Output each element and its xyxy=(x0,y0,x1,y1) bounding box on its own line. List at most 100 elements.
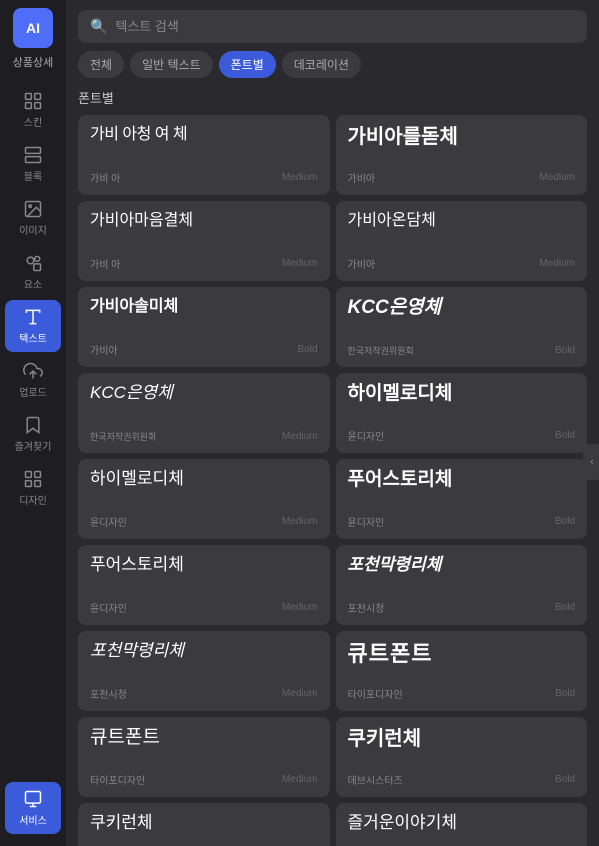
font-preview-3: 가비아온담체 xyxy=(348,211,576,230)
font-preview-17: 즐거운이야기체 xyxy=(348,813,576,833)
font-card-16[interactable]: 쿠키런체 데브시스터즈 xyxy=(78,803,330,846)
font-preview-15: 쿠키런체 xyxy=(348,727,576,751)
font-author-15: 데브시스터즈 xyxy=(348,772,403,787)
font-meta-11: 포천시청 Bold xyxy=(348,600,576,615)
font-meta-13: 타이포디자인 Bold xyxy=(348,686,576,701)
font-card-2[interactable]: 가비아마음결체 가비 아 Medium xyxy=(78,201,330,281)
sidebar-label-element: 요소 xyxy=(24,276,42,291)
logo: AI xyxy=(13,8,53,48)
font-card-12[interactable]: 포천막령리체 포천시청 Medium xyxy=(78,631,330,711)
tab-font[interactable]: 폰트별 xyxy=(219,51,276,78)
font-author-6: 한국저작권위원회 xyxy=(90,430,156,443)
tab-all[interactable]: 전체 xyxy=(78,51,124,78)
font-author-13: 타이포디자인 xyxy=(348,686,403,701)
sidebar-item-design[interactable]: 디자인 xyxy=(5,462,61,514)
font-preview-9: 푸어스토리체 xyxy=(348,469,576,492)
font-weight-14: Medium xyxy=(282,774,318,785)
font-card-5[interactable]: KCC은영체 한국저작권위원회 Bold xyxy=(336,287,588,367)
font-weight-1: Medium xyxy=(539,172,575,183)
font-card-14[interactable]: 큐트폰트 타이포디자인 Medium xyxy=(78,717,330,797)
font-preview-10: 푸어스토리체 xyxy=(90,555,318,575)
search-icon: 🔍 xyxy=(90,18,107,35)
font-card-10[interactable]: 푸어스토리체 윤디자인 Medium xyxy=(78,545,330,625)
sidebar-item-skin[interactable]: 스킨 xyxy=(5,84,61,136)
sidebar-item-service[interactable]: 서비스 xyxy=(5,782,61,834)
font-meta-7: 윤디자인 Bold xyxy=(348,428,576,443)
font-author-14: 타이포디자인 xyxy=(90,772,145,787)
font-meta-1: 가비아 Medium xyxy=(348,170,576,185)
font-preview-13: 큐트폰트 xyxy=(348,641,576,667)
grid-icon xyxy=(23,91,43,111)
font-card-8[interactable]: 하이멜로디체 윤디자인 Medium xyxy=(78,459,330,539)
font-author-8: 윤디자인 xyxy=(90,514,127,529)
font-grid: 가비 아청 여 체 가비 아 Medium 가비아를돋체 가비아 Medium … xyxy=(66,115,599,846)
font-meta-12: 포천시청 Medium xyxy=(90,686,318,701)
bookmark-icon xyxy=(23,415,43,435)
sidebar-item-element[interactable]: 요소 xyxy=(5,246,61,298)
font-card-1[interactable]: 가비아를돋체 가비아 Medium xyxy=(336,115,588,195)
sidebar-label-skin: 스킨 xyxy=(24,114,42,129)
image-icon xyxy=(23,199,43,219)
sidebar-label-design: 디자인 xyxy=(19,492,47,507)
font-card-13[interactable]: 큐트폰트 타이포디자인 Bold xyxy=(336,631,588,711)
font-card-15[interactable]: 쿠키런체 데브시스터즈 Bold xyxy=(336,717,588,797)
font-card-6[interactable]: KCC은영체 한국저작권위원회 Medium xyxy=(78,373,330,453)
search-bar[interactable]: 🔍 xyxy=(78,10,587,43)
font-author-9: 윤디자인 xyxy=(348,514,385,529)
font-weight-13: Bold xyxy=(555,688,575,699)
design-icon xyxy=(23,469,43,489)
font-card-9[interactable]: 푸어스토리체 윤디자인 Bold xyxy=(336,459,588,539)
sidebar-item-upload[interactable]: 업로드 xyxy=(5,354,61,406)
font-author-3: 가비아 xyxy=(348,256,376,271)
font-card-11[interactable]: 포천막령리체 포천시청 Bold xyxy=(336,545,588,625)
tab-deco[interactable]: 데코레이션 xyxy=(282,51,361,78)
font-meta-0: 가비 아 Medium xyxy=(90,170,318,185)
font-weight-7: Bold xyxy=(555,430,575,441)
sidebar-label-text: 텍스트 xyxy=(19,330,47,345)
tab-text[interactable]: 일반 텍스트 xyxy=(130,51,213,78)
font-meta-15: 데브시스터즈 Bold xyxy=(348,772,576,787)
font-author-7: 윤디자인 xyxy=(348,428,385,443)
font-card-7[interactable]: 하이멜로디체 윤디자인 Bold xyxy=(336,373,588,453)
sidebar-label-image: 이미지 xyxy=(19,222,47,237)
section-title: 폰트별 xyxy=(66,88,599,107)
font-weight-11: Bold xyxy=(555,602,575,613)
font-weight-8: Medium xyxy=(282,516,318,527)
font-weight-0: Medium xyxy=(282,172,318,183)
font-weight-9: Bold xyxy=(555,516,575,527)
font-preview-11: 포천막령리체 xyxy=(348,555,576,575)
sidebar-item-favorite[interactable]: 즐겨찾기 xyxy=(5,408,61,460)
font-meta-2: 가비 아 Medium xyxy=(90,256,318,271)
font-card-0[interactable]: 가비 아청 여 체 가비 아 Medium xyxy=(78,115,330,195)
search-input[interactable] xyxy=(115,19,575,34)
sidebar-item-image[interactable]: 이미지 xyxy=(5,192,61,244)
font-weight-2: Medium xyxy=(282,258,318,269)
sidebar-label-block: 블록 xyxy=(24,168,42,183)
font-meta-9: 윤디자인 Bold xyxy=(348,514,576,529)
font-meta-4: 가비아 Bold xyxy=(90,342,318,357)
font-preview-8: 하이멜로디체 xyxy=(90,469,318,489)
font-meta-6: 한국저작권위원회 Medium xyxy=(90,430,318,443)
sidebar-item-text[interactable]: 텍스트 xyxy=(5,300,61,352)
text-icon xyxy=(23,307,43,327)
brand-label: 상품상세 xyxy=(13,54,53,70)
element-icon xyxy=(23,253,43,273)
sidebar-label-service: 서비스 xyxy=(19,812,47,827)
font-preview-1: 가비아를돋체 xyxy=(348,125,576,149)
sidebar-item-block[interactable]: 블록 xyxy=(5,138,61,190)
font-preview-6: KCC은영체 xyxy=(90,383,318,403)
font-weight-12: Medium xyxy=(282,688,318,699)
service-icon xyxy=(23,789,43,809)
font-preview-5: KCC은영체 xyxy=(348,297,576,320)
font-preview-4: 가비아솔미체 xyxy=(90,297,318,316)
sidebar-label-upload: 업로드 xyxy=(19,384,47,399)
font-weight-3: Medium xyxy=(539,258,575,269)
font-preview-2: 가비아마음결체 xyxy=(90,211,318,230)
font-card-4[interactable]: 가비아솔미체 가비아 Bold xyxy=(78,287,330,367)
font-card-17[interactable]: 즐거운이야기체 주식 회사 xyxy=(336,803,588,846)
font-preview-16: 쿠키런체 xyxy=(90,813,318,833)
font-card-3[interactable]: 가비아온담체 가비아 Medium xyxy=(336,201,588,281)
font-author-4: 가비아 xyxy=(90,342,118,357)
upload-icon xyxy=(23,361,43,381)
scroll-left-btn[interactable]: ‹ xyxy=(583,444,599,480)
